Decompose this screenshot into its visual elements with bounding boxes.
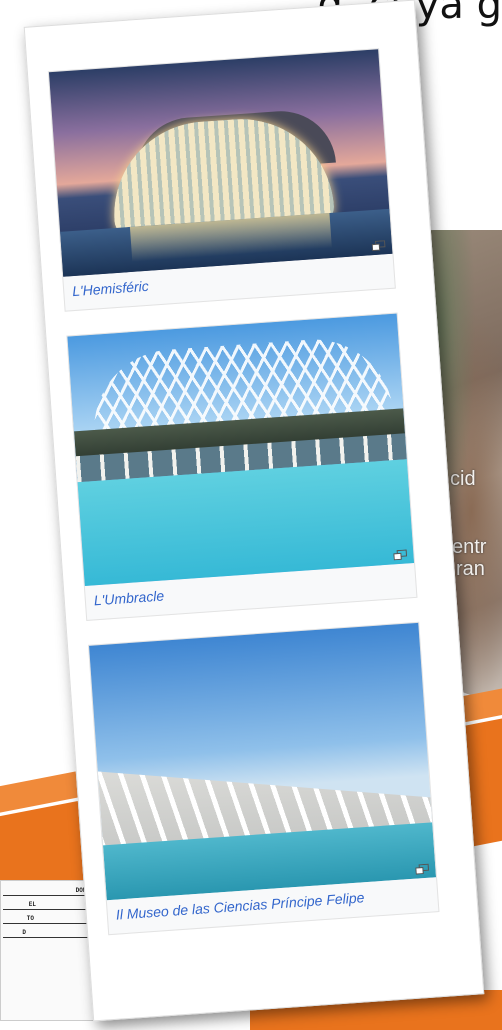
map-label: cid	[450, 468, 476, 490]
map-label: entr	[452, 536, 487, 558]
caption-link[interactable]: L'Umbracle	[93, 587, 164, 608]
gallery-item[interactable]: Il Museo de las Ciencias Príncipe Felipe	[87, 621, 440, 936]
document-thumbnail: DOME EL TO D	[0, 880, 97, 1021]
enlarge-icon[interactable]	[415, 863, 430, 875]
museo-ciencias-photo[interactable]	[89, 622, 437, 901]
enlarge-icon[interactable]	[371, 240, 386, 252]
document-text: D	[22, 929, 26, 936]
gallery-item[interactable]: L'Hemisféric	[47, 48, 396, 312]
caption-link[interactable]: L'Hemisféric	[72, 278, 150, 299]
umbracle-photo[interactable]	[67, 313, 415, 586]
document-text: TO	[26, 915, 34, 922]
hemisferic-photo[interactable]	[48, 49, 393, 277]
enlarge-icon[interactable]	[393, 549, 408, 561]
map-label: ran	[456, 558, 485, 580]
gallery-card: L'Hemisféric L'Umbracle Il Museo de las …	[23, 0, 485, 1022]
gallery-item[interactable]: L'Umbracle	[66, 312, 418, 621]
document-text: EL	[28, 901, 36, 908]
